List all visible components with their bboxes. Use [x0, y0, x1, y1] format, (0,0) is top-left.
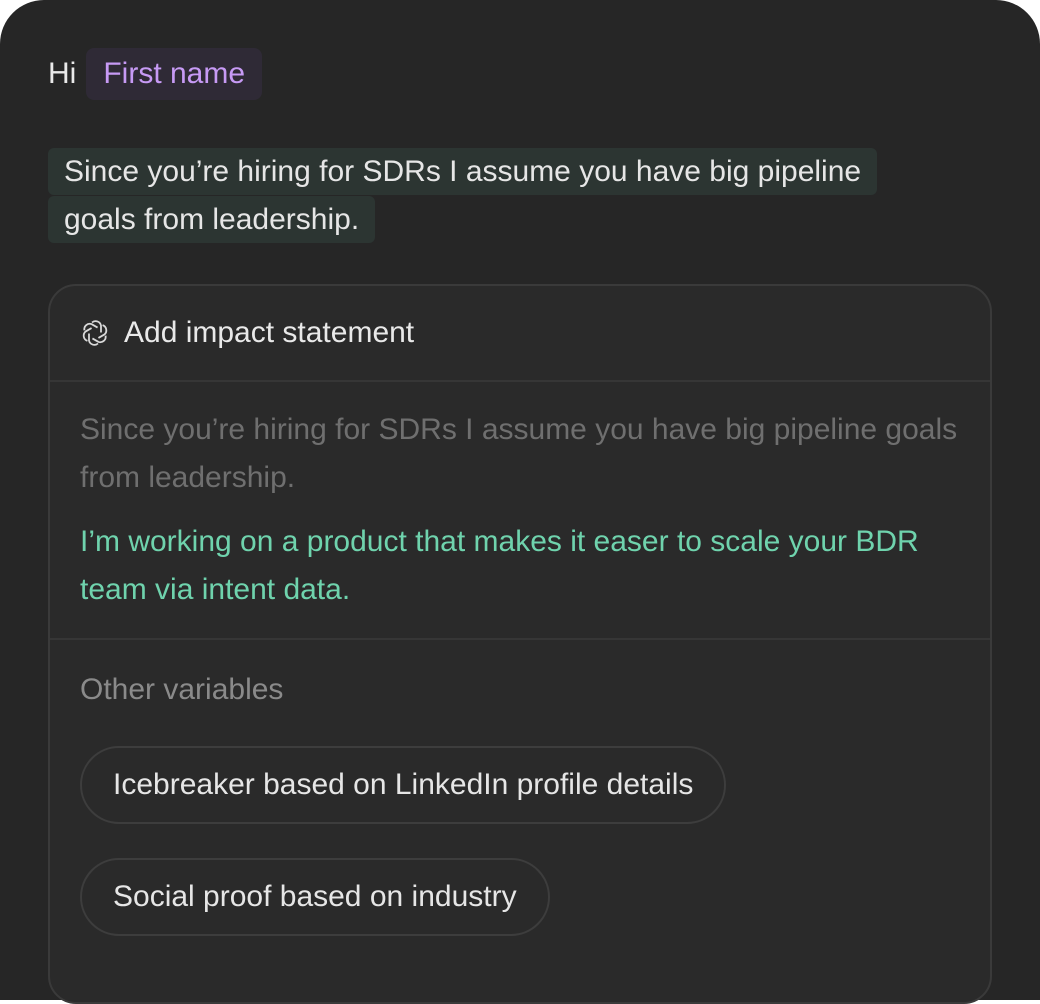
- variable-option-icebreaker[interactable]: Icebreaker based on LinkedIn profile det…: [80, 746, 727, 824]
- email-editor-panel: Hi First name Since you’re hiring for SD…: [0, 0, 1040, 1004]
- added-impact-statement[interactable]: I’m working on a product that makes it e…: [80, 518, 960, 614]
- card-header[interactable]: Add impact statement: [50, 286, 990, 382]
- existing-sentence-preview: Since you’re hiring for SDRs I assume yo…: [80, 413, 958, 494]
- greeting-prefix: Hi: [48, 57, 77, 90]
- ai-suggestion-card: Add impact statement Since you’re hiring…: [48, 284, 992, 1004]
- first-name-variable-chip[interactable]: First name: [86, 48, 263, 100]
- other-variables-label: Other variables: [80, 673, 284, 706]
- greeting-line: Hi First name: [48, 48, 263, 100]
- selected-sentence-text: Since you’re hiring for SDRs I assume yo…: [48, 148, 878, 243]
- other-variables-section: Other variables Icebreaker based on Link…: [50, 640, 990, 970]
- suggestion-preview: Since you’re hiring for SDRs I assume yo…: [50, 382, 990, 640]
- card-title: Add impact statement: [124, 316, 415, 349]
- openai-logo-icon: [80, 318, 110, 348]
- variable-option-social-proof[interactable]: Social proof based on industry: [80, 858, 550, 936]
- selected-sentence[interactable]: Since you’re hiring for SDRs I assume yo…: [48, 148, 928, 244]
